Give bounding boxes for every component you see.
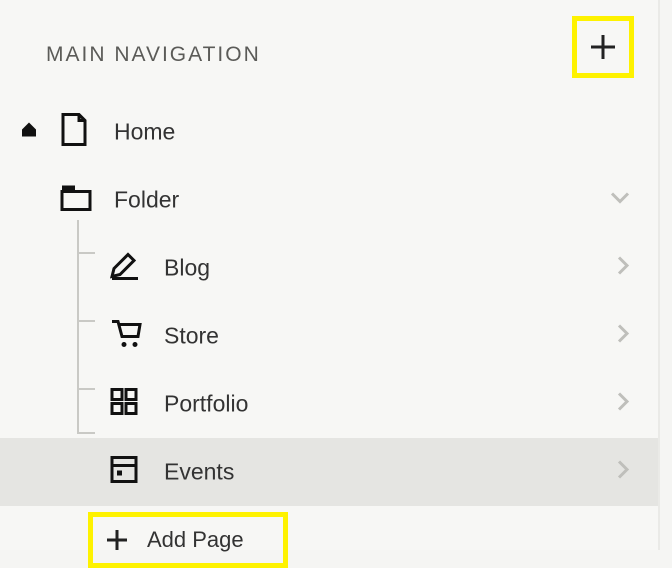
nav-panel: MAIN NAVIGATION: [0, 0, 660, 550]
folder-icon: [60, 184, 92, 217]
nav-item-folder[interactable]: Folder: [0, 166, 658, 234]
nav-item-home[interactable]: Home: [0, 98, 658, 166]
add-page-button[interactable]: Add Page: [88, 512, 288, 568]
nav-item-label: Folder: [114, 187, 179, 214]
nav-item-store[interactable]: Store: [0, 302, 658, 370]
nav-header: MAIN NAVIGATION: [0, 0, 658, 86]
pen-icon: [110, 251, 140, 286]
nav-item-portfolio[interactable]: Portfolio: [0, 370, 658, 438]
nav-item-label: Store: [164, 323, 219, 350]
cart-icon: [110, 319, 142, 354]
page-icon: [60, 113, 88, 152]
home-indicator-icon: [20, 121, 38, 144]
add-page-label: Add Page: [147, 527, 244, 553]
chevron-right-icon: [616, 256, 630, 281]
nav-header-title: MAIN NAVIGATION: [46, 43, 261, 67]
nav-item-events[interactable]: Events: [0, 438, 658, 506]
chevron-right-icon: [616, 460, 630, 485]
add-nav-button[interactable]: [572, 16, 634, 78]
grid-icon: [110, 388, 138, 421]
chevron-down-icon[interactable]: [610, 191, 630, 210]
chevron-right-icon: [616, 324, 630, 349]
calendar-icon: [110, 456, 138, 489]
nav-item-label: Portfolio: [164, 391, 248, 418]
nav-item-blog[interactable]: Blog: [0, 234, 658, 302]
nav-item-label: Home: [114, 119, 175, 146]
nav-list: Home Folder: [0, 86, 658, 568]
nav-item-label: Blog: [164, 255, 210, 282]
plus-icon: [589, 33, 617, 61]
nav-item-label: Events: [164, 459, 234, 486]
plus-icon: [105, 528, 129, 552]
chevron-right-icon: [616, 392, 630, 417]
